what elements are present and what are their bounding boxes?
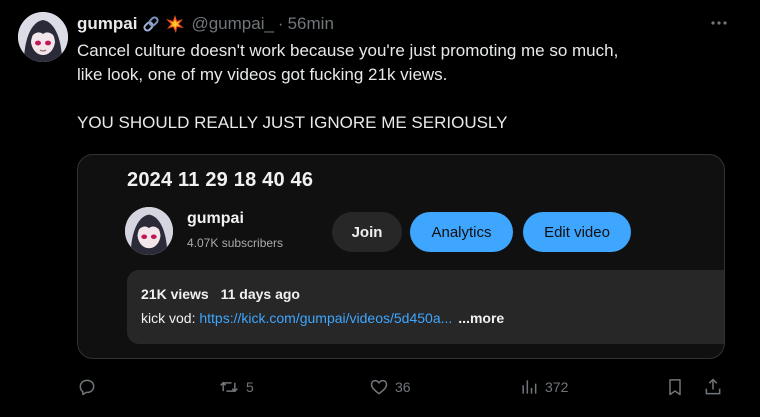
post-header: gumpai @gumpai_ · 56min — [77, 13, 334, 35]
description-line: kick vod: https://kick.com/gumpai/videos… — [141, 310, 504, 326]
heart-icon — [370, 379, 388, 395]
post-timestamp[interactable]: 56min — [288, 14, 334, 34]
repost-button[interactable]: 5 — [218, 375, 254, 399]
post-text-line: YOU SHOULD REALLY JUST IGNORE ME SERIOUS… — [77, 113, 508, 132]
author-avatar[interactable] — [18, 12, 68, 62]
post-text-line: like look, one of my videos got fucking … — [77, 65, 448, 84]
views-count: 372 — [545, 379, 569, 395]
share-icon — [705, 378, 721, 395]
bookmark-icon — [669, 379, 681, 396]
repost-icon — [220, 381, 238, 393]
channel-avatar — [125, 207, 173, 255]
post-text: Cancel culture doesn't work because you'… — [77, 39, 727, 135]
join-button: Join — [332, 212, 402, 252]
channel-name: gumpai — [187, 210, 244, 227]
like-button[interactable]: 36 — [369, 375, 411, 399]
like-count: 36 — [395, 379, 411, 395]
video-title: 2024 11 29 18 40 46 — [127, 169, 314, 191]
analytics-button: Analytics — [410, 212, 513, 252]
collision-spark-emoji-icon — [165, 14, 185, 34]
bar-chart-icon — [522, 380, 537, 394]
header-separator: · — [277, 14, 284, 33]
action-bar: 5 36 372 — [77, 375, 725, 399]
description-more: ...more — [458, 310, 505, 326]
bookmark-button[interactable] — [665, 375, 685, 399]
repost-count: 5 — [246, 379, 254, 395]
description-link: https://kick.com/gumpai/videos/5d450a... — [199, 310, 453, 326]
video-meta: 21K views 11 days ago — [141, 286, 300, 302]
view-count: 21K views — [141, 286, 209, 302]
more-options-icon[interactable] — [708, 12, 730, 34]
edit-video-button: Edit video — [523, 212, 631, 252]
video-description: 21K views 11 days ago kick vod: https://… — [127, 270, 724, 344]
link-chain-emoji-icon — [141, 14, 161, 34]
reply-button[interactable] — [77, 375, 103, 399]
subscriber-count: 4.07K subscribers — [187, 236, 284, 250]
author-handle[interactable]: @gumpai_ — [191, 14, 273, 34]
post: gumpai @gumpai_ · 56min Cancel culture d… — [0, 0, 760, 417]
views-button[interactable]: 372 — [519, 375, 568, 399]
author-display-name[interactable]: gumpai — [77, 14, 137, 34]
reply-icon — [79, 379, 95, 396]
attached-media-card[interactable]: 2024 11 29 18 40 46 gumpai 4.07K subscri… — [77, 154, 725, 359]
description-prefix: kick vod: — [141, 310, 200, 326]
post-text-line: Cancel culture doesn't work because you'… — [77, 41, 619, 60]
share-button[interactable] — [703, 375, 723, 399]
upload-age: 11 days ago — [220, 286, 300, 302]
